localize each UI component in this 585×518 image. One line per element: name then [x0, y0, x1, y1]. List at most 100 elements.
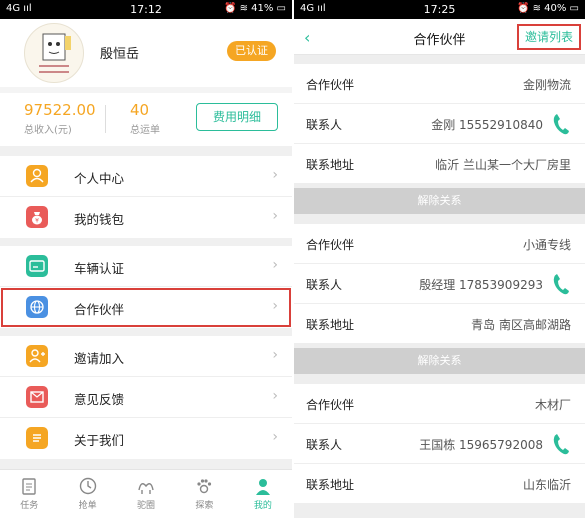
total-orders-value: 40: [130, 101, 150, 119]
menu-label: 我的钱包: [74, 212, 125, 227]
status-indicators: ⏰ ≋ 41% ▭: [223, 3, 286, 14]
menu-item-invite[interactable]: 邀请加入 ›: [0, 336, 292, 377]
field-label: 合作伙伴: [306, 238, 355, 252]
tab-label: 探索: [195, 501, 214, 511]
chevron-right-icon: ›: [272, 208, 278, 224]
partner-address-row: 联系地址 临沂 兰山某一个大厂房里: [294, 144, 585, 184]
menu-item-about[interactable]: 关于我们 ›: [0, 418, 292, 459]
partner-card: 合作伙伴 金刚物流 联系人 金刚 15552910840 联系地址 临沂 兰山某…: [294, 64, 585, 184]
profile-header[interactable]: 殷恒岳 已认证: [0, 19, 292, 87]
menu-label: 合作伙伴: [74, 302, 125, 317]
globe-icon: [26, 296, 48, 318]
chevron-right-icon: ›: [272, 347, 278, 363]
partner-address: 临沂 兰山某一个大厂房里: [435, 158, 571, 172]
partners-screen: 4G ııl 17:25 ⏰ ≋ 40% ▭ ‹ 合作伙伴 邀请列表 合作伙伴 …: [294, 0, 585, 518]
partner-card: 合作伙伴 木材厂 联系人 王国栋 15965792008 联系地址 山东临沂: [294, 384, 585, 504]
menu-item-partners[interactable]: 合作伙伴 ›: [0, 287, 292, 328]
menu-item-vehicle-certification[interactable]: 车辆认证 ›: [0, 246, 292, 287]
menu-item-wallet[interactable]: ¥ 我的钱包 ›: [0, 197, 292, 238]
tab-label: 驼圈: [137, 501, 156, 511]
tab-explore[interactable]: 探索: [175, 470, 233, 518]
chevron-right-icon: ›: [272, 167, 278, 183]
chevron-right-icon: ›: [272, 429, 278, 445]
total-income-label: 总收入(元): [24, 125, 72, 136]
partner-contact-row: 联系人 王国栋 15965792008: [294, 424, 585, 464]
menu-label: 车辆认证: [74, 261, 125, 276]
clipboard-icon: [22, 478, 36, 495]
fee-details-button[interactable]: 费用明细: [196, 103, 278, 131]
partner-name-row: 合作伙伴 小通专线: [294, 224, 585, 264]
partner-contact-row: 联系人 金刚 15552910840: [294, 104, 585, 144]
menu-group-vehicle: 车辆认证 › 合作伙伴 ›: [0, 246, 292, 328]
tab-mine[interactable]: 我的: [234, 470, 292, 518]
partner-address: 山东临沂: [522, 478, 571, 492]
chevron-right-icon: ›: [272, 257, 278, 273]
clock-icon: [79, 477, 96, 495]
menu-label: 邀请加入: [74, 351, 125, 366]
stats-panel: 97522.00 总收入(元) 40 总运单 费用明细: [0, 93, 292, 146]
release-relation-button[interactable]: 解除关系: [294, 348, 585, 374]
money-bag-icon: ¥: [26, 206, 48, 228]
field-label: 合作伙伴: [306, 398, 355, 412]
document-icon: [26, 427, 48, 449]
field-label: 联系地址: [306, 318, 355, 332]
status-bar: 4G ııl 17:12 ⏰ ≋ 41% ▭: [0, 0, 292, 19]
stats-divider: [105, 105, 106, 133]
menu-item-personal-center[interactable]: 个人中心 ›: [0, 156, 292, 197]
status-indicators: ⏰ ≋ 40% ▭: [516, 3, 579, 14]
chevron-right-icon: ›: [272, 298, 278, 314]
avatar[interactable]: [24, 23, 84, 83]
phone-icon[interactable]: [551, 112, 571, 136]
menu-label: 意见反馈: [74, 392, 125, 407]
menu-item-feedback[interactable]: 意见反馈 ›: [0, 377, 292, 418]
field-label: 联系地址: [306, 158, 355, 172]
user-name: 殷恒岳: [100, 47, 140, 62]
partner-name-row: 合作伙伴 金刚物流: [294, 64, 585, 104]
partner-contact: 王国栋 15965792008: [419, 438, 543, 452]
phone-icon[interactable]: [551, 272, 571, 296]
total-orders-label: 总运单: [130, 125, 160, 136]
partner-contact: 金刚 15552910840: [431, 118, 543, 132]
camel-icon: [138, 483, 154, 494]
partner-name: 小通专线: [522, 238, 571, 252]
chevron-right-icon: ›: [272, 388, 278, 404]
partner-contact: 殷经理 17853909293: [419, 278, 543, 292]
release-relation-button[interactable]: 解除关系: [294, 188, 585, 214]
id-card-icon: [26, 255, 48, 277]
status-bar: 4G ııl 17:25 ⏰ ≋ 40% ▭: [294, 0, 585, 19]
partner-name-row: 合作伙伴 木材厂: [294, 384, 585, 424]
paw-icon: [197, 479, 212, 494]
feedback-icon: [26, 386, 48, 408]
tab-label: 抢单: [78, 501, 97, 511]
person-icon: [255, 479, 270, 495]
field-label: 联系地址: [306, 478, 355, 492]
invite-list-button[interactable]: 邀请列表: [516, 24, 581, 50]
total-income-value: 97522.00: [24, 101, 96, 119]
phone-icon[interactable]: [551, 432, 571, 456]
menu-label: 个人中心: [74, 171, 125, 186]
field-label: 联系人: [306, 278, 343, 292]
add-user-icon: [26, 345, 48, 367]
tab-camel-circle[interactable]: 驼圈: [117, 470, 175, 518]
partner-name: 金刚物流: [522, 78, 571, 92]
nav-bar: ‹ 合作伙伴 邀请列表: [294, 19, 585, 55]
partner-name: 木材厂: [534, 398, 571, 412]
tab-label: 我的: [253, 501, 272, 511]
tab-tasks[interactable]: 任务: [0, 470, 58, 518]
verified-badge: 已认证: [227, 41, 276, 61]
tab-label: 任务: [20, 501, 39, 511]
partner-contact-row: 联系人 殷经理 17853909293: [294, 264, 585, 304]
partner-address-row: 联系地址 山东临沂: [294, 464, 585, 504]
field-label: 合作伙伴: [306, 78, 355, 92]
partner-address: 青岛 南区高邮湖路: [471, 318, 571, 332]
user-icon: [26, 165, 48, 187]
avatar-cartoon-icon: [39, 33, 71, 73]
svg-text:¥: ¥: [35, 218, 39, 225]
field-label: 联系人: [306, 438, 343, 452]
profile-screen: 4G ııl 17:12 ⏰ ≋ 41% ▭ 殷恒岳 已认证 97522.00 …: [0, 0, 292, 518]
tab-grab-orders[interactable]: 抢单: [58, 470, 116, 518]
menu-group-account: 个人中心 › ¥ 我的钱包 ›: [0, 156, 292, 238]
partner-address-row: 联系地址 青岛 南区高邮湖路: [294, 304, 585, 344]
field-label: 联系人: [306, 118, 343, 132]
partner-card: 合作伙伴 小通专线 联系人 殷经理 17853909293 联系地址 青岛 南区…: [294, 224, 585, 344]
